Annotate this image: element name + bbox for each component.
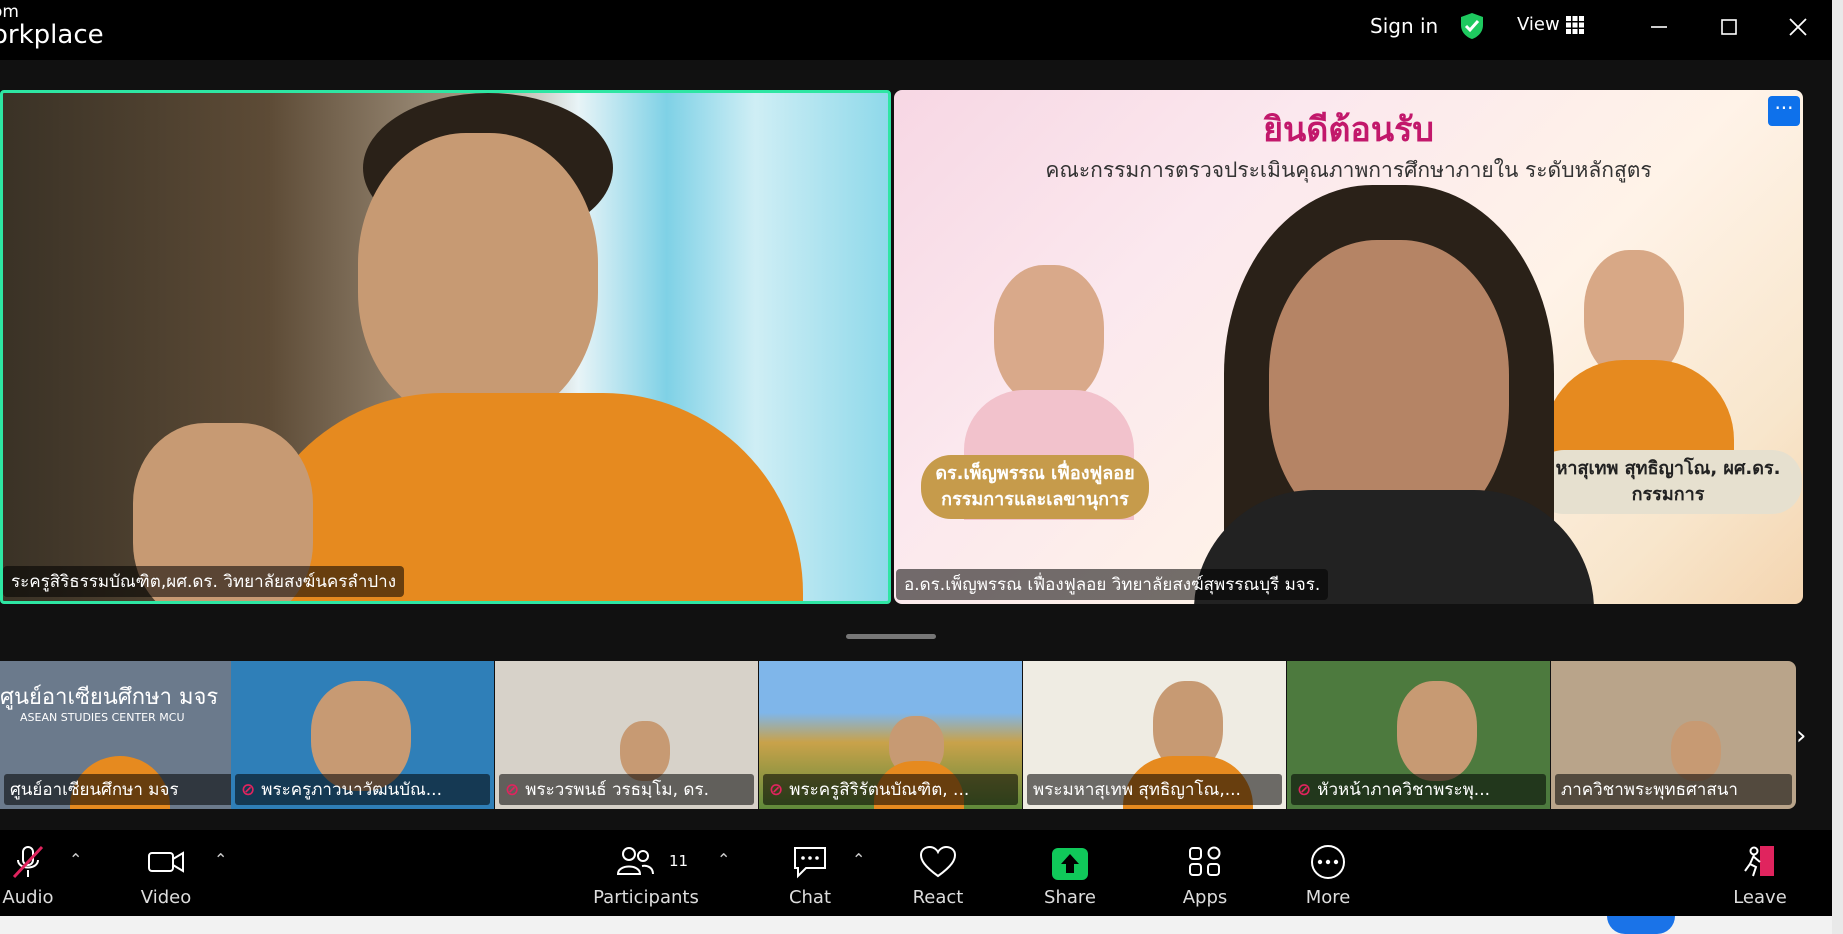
video-tile-active-speaker[interactable]: ระครูสิริธรรมบัณฑิต,ผศ.ดร. วิทยาลัยสงฆ์น… [0, 90, 891, 604]
chevron-up-icon[interactable]: ⌃ [214, 850, 227, 869]
share-button[interactable]: Share [1040, 830, 1100, 916]
react-button[interactable]: React [908, 830, 968, 916]
more-label: More [1305, 887, 1351, 908]
thumbnail-name: ภาควิชาพระพุทธศาสนา [1555, 774, 1792, 805]
badge-2-role: กรรมการ [1631, 484, 1705, 505]
thumbnail-tile[interactable]: ⊘ พระครูสิริรัตนบัณฑิต, ... [759, 661, 1022, 809]
split-resize-handle[interactable] [846, 634, 936, 639]
thumbnail-name: พระมหาสุเทพ สุทธิญาโณ,... [1027, 774, 1282, 805]
thumbnail-name: ⊘ พระครูภาวนาวัฒนบัณ... [235, 774, 490, 805]
thumbnail-tile[interactable]: ศูนย์อาเซียนศึกษา มจร ASEAN STUDIES CENT… [0, 661, 263, 809]
video-label: Video [140, 887, 192, 908]
thumbnail-tile[interactable]: ⊘ พระวรพนธ์ วรธมฺโม, ดร. [495, 661, 758, 809]
chat-label: Chat [788, 887, 832, 908]
title-bar: om orkplace Sign in View [0, 0, 1832, 60]
video-tile-participant[interactable]: ยินดีต้อนรับ คณะกรรมการตรวจประเมินคุณภาพ… [894, 90, 1803, 604]
leave-icon [1744, 846, 1774, 877]
badge-1-name: ดร.เพ็ญพรรณ เฟื่องฟูลอย [935, 463, 1135, 484]
leave-button[interactable]: Leave [1730, 830, 1790, 916]
participants-button[interactable]: 11 Participants [591, 830, 701, 916]
mic-muted-icon: ⊘ [241, 780, 256, 800]
participant-face [358, 133, 598, 423]
slide-badge-1: ดร.เพ็ญพรรณ เฟื่องฟูลอย กรรมการและเลขานุ… [921, 455, 1149, 519]
more-dots-icon [1311, 845, 1345, 879]
participant-name-label: อ.ดร.เพ็ญพรรณ เฟื่องฟูลอย วิทยาลัยสงฆ์สุ… [896, 569, 1329, 600]
audio-label: Audio [2, 887, 54, 908]
apps-label: Apps [1182, 887, 1228, 908]
thumbnail-tile[interactable]: พระมหาสุเทพ สุทธิญาโณ,... [1023, 661, 1286, 809]
floating-badge[interactable] [1607, 916, 1675, 934]
maximize-icon[interactable] [1716, 14, 1742, 40]
badge-2-name: หาสุเทพ สุทธิญาโณ, ผศ.ดร. [1555, 458, 1781, 479]
audio-button[interactable]: Audio [0, 830, 58, 916]
thumbnail-name: ⊘ พระวรพนธ์ วรธมฺโม, ดร. [499, 774, 754, 805]
gallery-strip: ศูนย์อาเซียนศึกษา มจร ASEAN STUDIES CENT… [0, 661, 1816, 809]
chevron-up-icon[interactable]: ⌃ [852, 850, 865, 869]
meeting-toolbar: Audio ⌃ Video ⌃ 11 Participants ⌃ Chat ⌃… [0, 830, 1832, 916]
mic-muted-icon: ⊘ [505, 780, 520, 800]
apps-button[interactable]: Apps [1175, 830, 1235, 916]
participant-name-label: ระครูสิริธรรมบัณฑิต,ผศ.ดร. วิทยาลัยสงฆ์น… [3, 566, 405, 597]
chevron-up-icon[interactable]: ⌃ [717, 850, 730, 869]
banner-text: ศูนย์อาเซียนศึกษา มจร [0, 685, 219, 710]
tile-more-button[interactable]: ··· [1768, 96, 1800, 126]
zoom-window: om orkplace Sign in View ระครูสิริธรรมบั… [0, 0, 1832, 916]
brand-line-1: om [0, 2, 19, 22]
badge-1-role: กรรมการและเลขานุการ [941, 489, 1129, 510]
thumbnail-tile[interactable]: ⊘ พระครูภาวนาวัฒนบัณ... [231, 661, 494, 809]
video-button[interactable]: Video [133, 830, 199, 916]
sign-in-link[interactable]: Sign in [1370, 14, 1438, 38]
slide-title: ยินดีต้อนรับ [1263, 110, 1434, 150]
thumb-face [620, 721, 670, 781]
banner-subtext: ASEAN STUDIES CENTER MCU [20, 711, 185, 724]
thumbnail-tile[interactable]: ภาควิชาพระพุทธศาสนา [1551, 661, 1796, 809]
participants-count: 11 [669, 852, 689, 870]
mic-muted-icon: ⊘ [769, 780, 784, 800]
share-label: Share [1044, 887, 1096, 908]
participants-label: Participants [593, 887, 699, 908]
grid-icon[interactable] [1566, 16, 1584, 34]
chevron-right-icon[interactable]: › [1796, 721, 1816, 751]
thumbnail-name: ⊘ หัวหน้าภาควิชาพระพุ... [1291, 774, 1546, 805]
camera-icon [148, 851, 184, 873]
thumbnail-tile[interactable]: ⊘ หัวหน้าภาควิชาพระพุ... [1287, 661, 1550, 809]
thumb-face [1671, 721, 1721, 781]
chat-icon [794, 847, 826, 879]
close-icon[interactable] [1785, 14, 1811, 40]
chevron-up-icon[interactable]: ⌃ [69, 850, 82, 869]
desktop-edge [1832, 0, 1843, 934]
mic-muted-icon [12, 845, 44, 879]
thumbnail-name: ⊘ พระครูสิริรัตนบัณฑิต, ... [763, 774, 1018, 805]
react-label: React [912, 887, 964, 908]
more-button[interactable]: More [1298, 830, 1358, 916]
slide-badge-2: หาสุเทพ สุทธิญาโณ, ผศ.ดร. กรรมการ [1534, 450, 1802, 514]
leave-label: Leave [1733, 887, 1787, 908]
thumb-face [1397, 681, 1477, 781]
thumbnail-name: ศูนย์อาเซียนศึกษา มจร [4, 774, 259, 805]
view-button[interactable]: View [1517, 14, 1560, 35]
heart-icon [919, 845, 957, 878]
share-arrow-icon [1052, 848, 1088, 880]
app-brand: om orkplace [0, 0, 104, 50]
shield-check-icon[interactable] [1459, 12, 1485, 40]
minimize-icon[interactable] [1646, 14, 1672, 40]
brand-line-2: orkplace [0, 20, 104, 50]
apps-icon [1189, 846, 1221, 876]
chat-button[interactable]: Chat [785, 830, 835, 916]
slide-portrait-1 [994, 265, 1104, 405]
participants-icon [616, 847, 654, 875]
mic-muted-icon: ⊘ [1297, 780, 1312, 800]
slide-subtitle: คณะกรรมการตรวจประเมินคุณภาพการศึกษาภายใน… [1045, 158, 1652, 182]
